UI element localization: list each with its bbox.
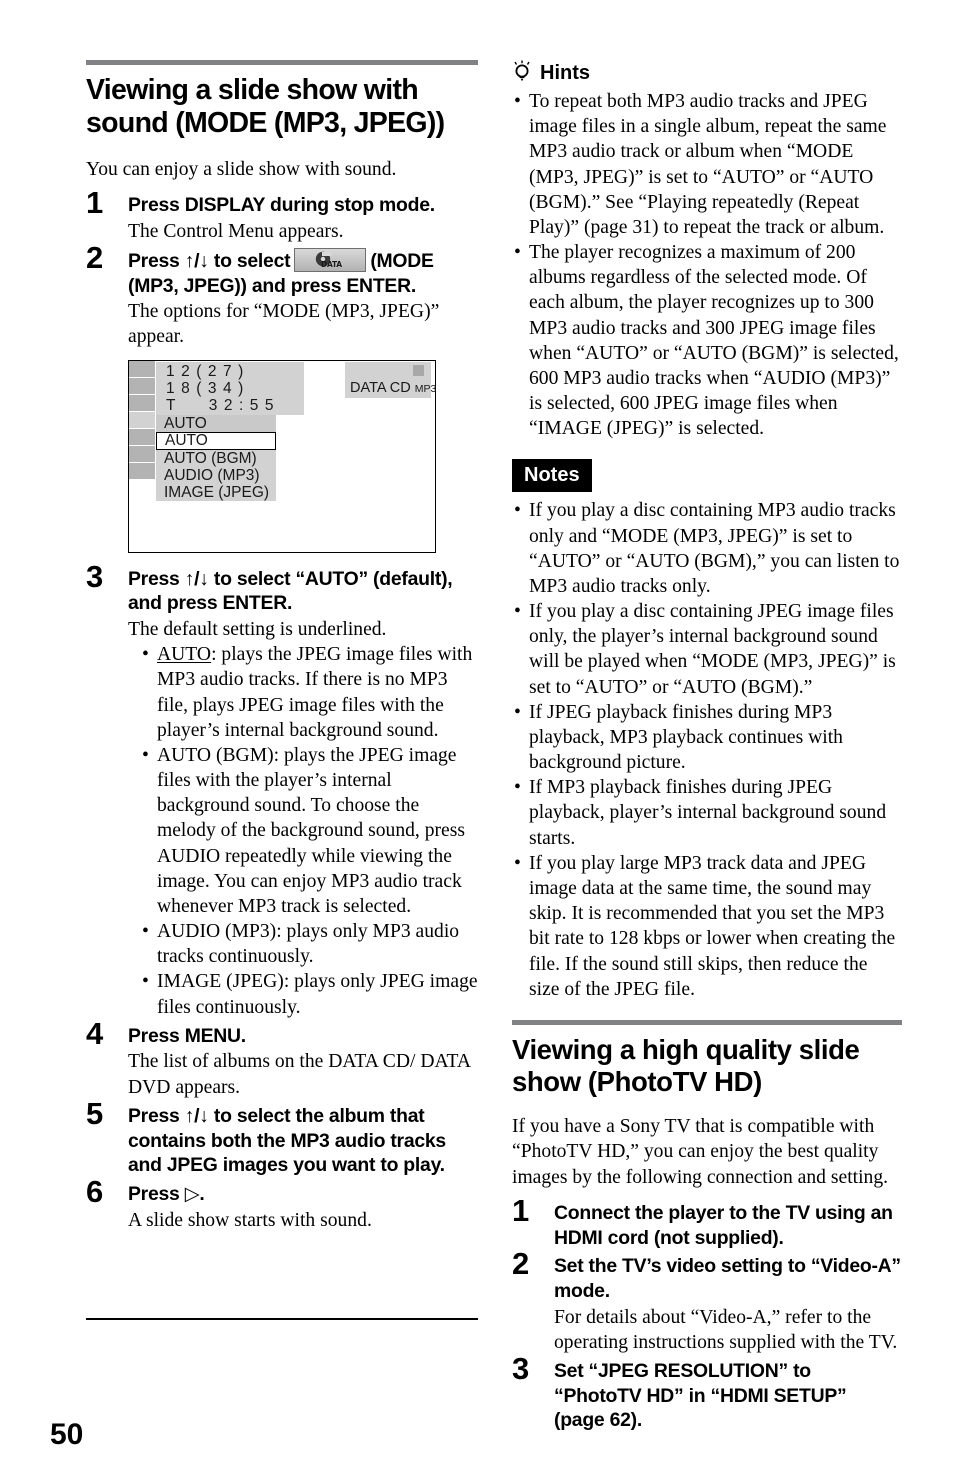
step-headline: Connect the player to the TV using an HD… (554, 1201, 893, 1249)
hints-header: Hints (512, 60, 902, 87)
time-counter: T 3 2 : 5 5 (166, 396, 275, 414)
current-mode-value: AUTO (156, 414, 276, 432)
step-subtext: The Control Menu appears. (128, 220, 344, 242)
mode-option-auto-bgm[interactable]: AUTO (BGM) (156, 449, 276, 467)
disc-format-label: MP3 (414, 382, 437, 395)
step-number: 2 (86, 239, 104, 275)
step-number: 1 (86, 184, 104, 220)
playback-info-block: 1 2 ( 2 7 ) 1 8 ( 3 4 ) T 3 2 : 5 5 (156, 361, 304, 415)
list-item: If JPEG playback finishes during MP3 pla… (512, 700, 902, 776)
step-subtext: The options for “MODE (MP3, JPEG)” appea… (128, 301, 440, 348)
step-number: 3 (86, 558, 104, 594)
step-number: 6 (86, 1173, 104, 1209)
mode-option-image-jpeg[interactable]: IMAGE (JPEG) (156, 483, 276, 501)
step-headline: Press DISPLAY during stop mode. (128, 193, 435, 216)
step-number: 2 (512, 1246, 530, 1282)
mode-option-auto[interactable]: AUTO (156, 431, 276, 450)
control-menu-icon (129, 360, 155, 378)
option-name-auto: AUTO (157, 644, 212, 666)
section-rule (512, 1019, 902, 1025)
step-subtext: The list of albums on the DATA CD/ DATA … (128, 1051, 470, 1098)
step-headline: Press MENU. (128, 1024, 246, 1047)
phototv-step-3: 3 Set “JPEG RESOLUTION” to “PhotoTV HD” … (512, 1353, 902, 1433)
step-5: 5 Press ↑/↓ to select the album that con… (86, 1098, 478, 1178)
option-name-image-jpeg: IMAGE (JPEG) (157, 971, 284, 993)
step-headline: Press ↑/↓ to select the album that conta… (128, 1104, 446, 1177)
step-number: 3 (512, 1351, 530, 1387)
step-subtext: A slide show starts with sound. (128, 1209, 372, 1231)
control-menu-icon-column (129, 360, 155, 480)
control-menu-illustration: 1 2 ( 2 7 ) 1 8 ( 3 4 ) T 3 2 : 5 5 AUTO… (128, 359, 478, 553)
step-6: 6 Press ▷. A slide show starts with soun… (86, 1176, 478, 1233)
step-headline: Press ↑/↓ to select “AUTO” (default), an… (128, 567, 453, 615)
page-title: Viewing a slide show with sound (MODE (M… (86, 74, 445, 140)
left-column: Viewing a slide show with sound (MODE (M… (86, 60, 478, 1242)
control-menu-icon (129, 462, 155, 480)
step-4: 4 Press MENU. The list of albums on the … (86, 1018, 478, 1100)
disc-label-row: DATA CD MP3 (350, 380, 436, 396)
step-headline: Set the TV’s video setting to “Video-A” … (554, 1255, 901, 1302)
disc-type-badge: DATA CD MP3 (345, 361, 436, 398)
step-headline: Set “JPEG RESOLUTION” to “PhotoTV HD” in… (554, 1360, 847, 1432)
notes-list: If you play a disc containing MP3 audio … (512, 498, 902, 1001)
intro-paragraph: You can enjoy a slide show with sound. (86, 158, 397, 180)
list-item: AUTO: plays the JPEG image files with MP… (140, 642, 478, 743)
list-item: If MP3 playback finishes during JPEG pla… (512, 775, 902, 851)
step-3: 3 Press ↑/↓ to select “AUTO” (default), … (86, 561, 478, 1020)
step-subtext: The default setting is underlined. (128, 618, 387, 640)
control-menu-icon (129, 394, 155, 412)
phototv-step-2: 2 Set the TV’s video setting to “Video-A… (512, 1248, 902, 1355)
intro-paragraph-secondary: If you have a Sony TV that is compatible… (512, 1116, 889, 1188)
section-rule (86, 60, 478, 65)
hints-list: To repeat both MP3 audio tracks and JPEG… (512, 89, 902, 441)
track-counter: 1 8 ( 3 4 ) (166, 379, 245, 397)
lightbulb-icon (512, 60, 532, 87)
step-headline: Press ▷. (128, 1182, 205, 1205)
step-2: 2 Press ↑/↓ to select DATA (MODE (MP3, JPE… (86, 242, 478, 350)
list-item: If you play a disc containing MP3 audio … (512, 498, 902, 599)
control-menu-icon (129, 445, 155, 463)
step-headline: Press ↑/↓ to select DATA (MODE (MP3, JPEG)… (128, 247, 478, 298)
tv-screen: 1 2 ( 2 7 ) 1 8 ( 3 4 ) T 3 2 : 5 5 AUTO… (128, 359, 436, 553)
step-1: 1 Press DISPLAY during stop mode. The Co… (86, 187, 478, 244)
phototv-step-1: 1 Connect the player to the TV using an … (512, 1195, 902, 1250)
disc-indicator-square (413, 364, 424, 376)
control-menu-icon (129, 377, 155, 395)
list-item: If you play large MP3 track data and JPE… (512, 851, 902, 1002)
step-headline-pre: Press ↑/↓ to select (128, 249, 291, 272)
list-item: If you play a disc containing JPEG image… (512, 599, 902, 700)
hints-title: Hints (540, 62, 590, 84)
step-number: 1 (512, 1192, 530, 1228)
list-item: IMAGE (JPEG): plays only JPEG image file… (140, 969, 478, 1019)
list-item: The player recognizes a maximum of 200 a… (512, 240, 902, 441)
option-desc: : plays the JPEG image files with the pl… (157, 744, 465, 917)
disc-label: DATA CD (350, 379, 411, 396)
page-number: 50 (50, 1418, 84, 1451)
section-bottom-rule (86, 1318, 478, 1320)
list-item: AUTO (BGM): plays the JPEG image files w… (140, 743, 478, 919)
mode-option-descriptions: AUTO: plays the JPEG image files with MP… (140, 642, 478, 1020)
manual-page: Viewing a slide show with sound (MODE (M… (0, 0, 954, 1483)
step-subtext: For details about “Video-A,” refer to th… (554, 1306, 898, 1353)
mode-data-disc-icon: DATA (294, 247, 367, 272)
list-item: AUDIO (MP3): plays only MP3 audio tracks… (140, 919, 478, 969)
chapter-counter: 1 2 ( 2 7 ) (166, 362, 245, 380)
step-number: 5 (86, 1095, 104, 1131)
option-name-auto-bgm: AUTO (BGM) (157, 744, 274, 766)
mode-option-list: AUTO AUTO AUTO (BGM) AUDIO (MP3) IMAGE (… (156, 414, 276, 501)
control-menu-icon-selected (129, 411, 155, 429)
notes-badge: Notes (512, 459, 592, 493)
option-name-audio-mp3: AUDIO (MP3) (157, 921, 277, 943)
right-column: Hints To repeat both MP3 audio tracks an… (512, 60, 902, 1442)
svg-text:DATA: DATA (321, 260, 342, 269)
page-title-secondary: Viewing a high quality slide show (Photo… (512, 1033, 860, 1098)
control-menu-icon (129, 428, 155, 446)
list-item: To repeat both MP3 audio tracks and JPEG… (512, 89, 902, 240)
mode-option-audio-mp3[interactable]: AUDIO (MP3) (156, 466, 276, 484)
step-number: 4 (86, 1015, 104, 1051)
